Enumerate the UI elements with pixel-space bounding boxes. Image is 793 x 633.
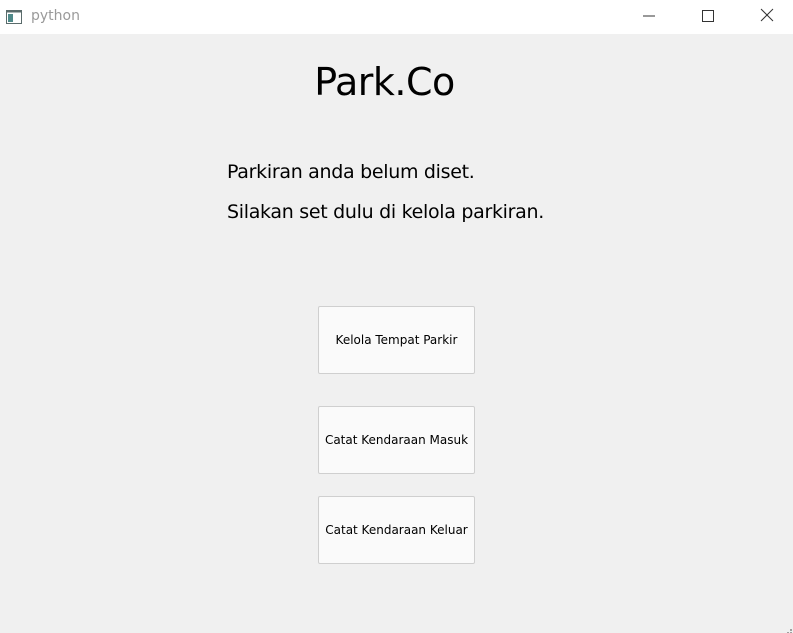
minimize-button[interactable]: [620, 0, 678, 32]
title-bar[interactable]: python: [0, 0, 793, 34]
catat-kendaraan-masuk-button[interactable]: Catat Kendaraan Masuk: [318, 406, 475, 474]
app-window: python Park.Co Parkiran anda belum diset…: [0, 0, 793, 633]
minimize-icon: [643, 7, 655, 26]
resize-grip-icon[interactable]: [783, 623, 793, 633]
app-title: Park.Co: [314, 60, 455, 104]
catat-kendaraan-keluar-button[interactable]: Catat Kendaraan Keluar: [318, 496, 475, 564]
kelola-tempat-parkir-button[interactable]: Kelola Tempat Parkir: [318, 306, 475, 374]
maximize-icon: [702, 7, 714, 26]
app-window-icon: [6, 9, 22, 24]
maximize-button[interactable]: [679, 0, 737, 32]
window-title: python: [31, 8, 80, 24]
main-content: Park.Co Parkiran anda belum diset. Silak…: [0, 34, 793, 633]
status-message-line1: Parkiran anda belum diset.: [227, 161, 475, 183]
status-message-line2: Silakan set dulu di kelola parkiran.: [227, 201, 544, 223]
close-button[interactable]: [738, 0, 793, 32]
close-icon: [760, 7, 774, 26]
